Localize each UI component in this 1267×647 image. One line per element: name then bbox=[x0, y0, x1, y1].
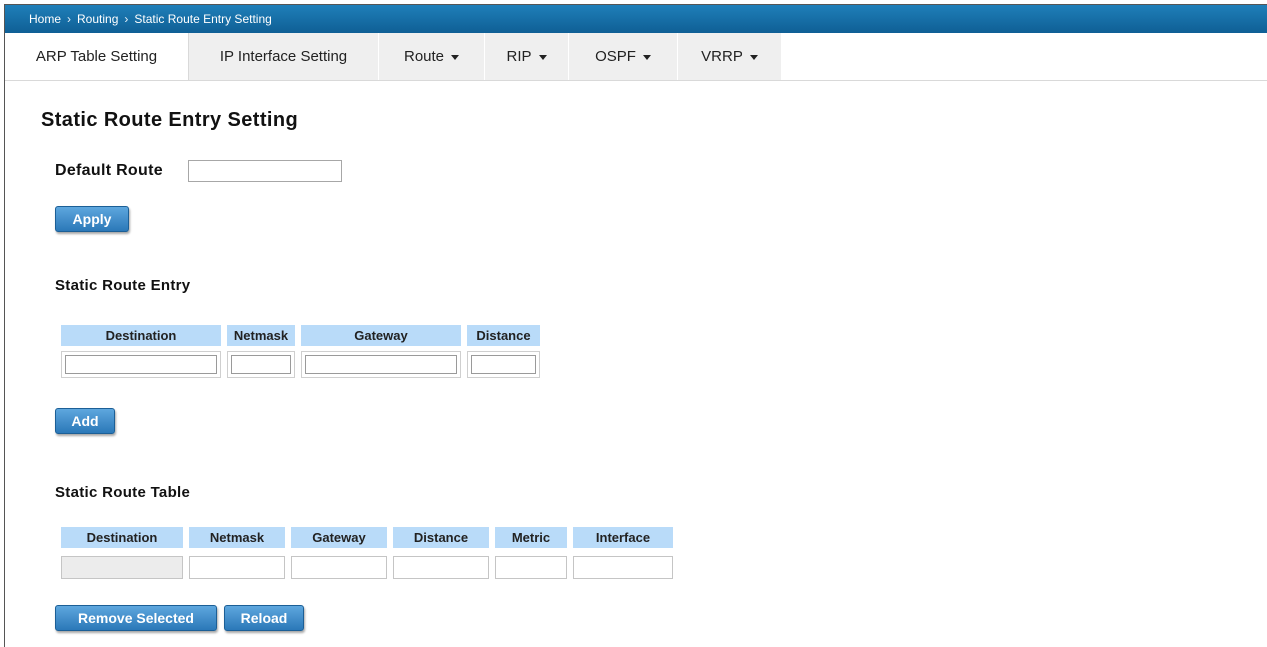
table-cell-gateway bbox=[291, 556, 387, 579]
table-header-interface: Interface bbox=[573, 527, 673, 548]
table-cell-interface bbox=[573, 556, 673, 579]
chevron-down-icon bbox=[642, 54, 651, 60]
apply-button[interactable]: Apply bbox=[55, 206, 129, 232]
breadcrumb-routing[interactable]: Routing bbox=[77, 12, 118, 26]
table-cell-metric bbox=[495, 556, 567, 579]
tab-label: ARP Table Setting bbox=[35, 48, 158, 65]
tab-rip[interactable]: RIP bbox=[485, 33, 569, 80]
entry-cell-gateway bbox=[301, 351, 461, 378]
tab-label: VRRP bbox=[701, 48, 743, 65]
breadcrumb-home[interactable]: Home bbox=[29, 12, 61, 26]
tab-bar: ARP Table Setting IP Interface Setting R… bbox=[5, 33, 1267, 81]
table-cell-netmask bbox=[189, 556, 285, 579]
tab-vrrp[interactable]: VRRP bbox=[678, 33, 782, 80]
table-cell-distance bbox=[393, 556, 489, 579]
table-header-gateway: Gateway bbox=[291, 527, 387, 548]
distance-input[interactable] bbox=[471, 355, 536, 374]
tab-label: RIP bbox=[506, 48, 532, 65]
breadcrumb: Home › Routing › Static Route Entry Setting bbox=[5, 5, 1267, 33]
table-header-destination: Destination bbox=[61, 527, 183, 548]
entry-header-gateway: Gateway bbox=[301, 325, 461, 346]
chevron-down-icon bbox=[451, 54, 460, 60]
static-route-entry-heading: Static Route Entry bbox=[55, 277, 191, 294]
tab-ip-interface-setting[interactable]: IP Interface Setting bbox=[189, 33, 379, 80]
table-cell-destination bbox=[61, 556, 183, 579]
default-route-label: Default Route bbox=[55, 162, 163, 179]
breadcrumb-separator-icon: › bbox=[124, 12, 129, 26]
destination-input[interactable] bbox=[65, 355, 217, 374]
tab-arp-table-setting[interactable]: ARP Table Setting bbox=[5, 33, 189, 80]
entry-cell-netmask bbox=[227, 351, 295, 378]
tab-ospf[interactable]: OSPF bbox=[569, 33, 678, 80]
remove-selected-button[interactable]: Remove Selected bbox=[55, 605, 217, 631]
tab-label: Route bbox=[403, 48, 445, 65]
breadcrumb-current: Static Route Entry Setting bbox=[134, 12, 272, 26]
table-header-metric: Metric bbox=[495, 527, 567, 548]
entry-cell-destination bbox=[61, 351, 221, 378]
tab-label: IP Interface Setting bbox=[219, 48, 348, 65]
breadcrumb-separator-icon: › bbox=[67, 12, 72, 26]
page-title: Static Route Entry Setting bbox=[41, 109, 299, 131]
entry-header-netmask: Netmask bbox=[227, 325, 295, 346]
reload-button[interactable]: Reload bbox=[224, 605, 304, 631]
chevron-down-icon bbox=[749, 54, 758, 60]
app-frame: Home › Routing › Static Route Entry Setting … bbox=[4, 4, 1267, 647]
entry-cell-distance bbox=[467, 351, 540, 378]
tab-route[interactable]: Route bbox=[379, 33, 485, 80]
gateway-input[interactable] bbox=[305, 355, 457, 374]
entry-header-destination: Destination bbox=[61, 325, 221, 346]
entry-header-distance: Distance bbox=[467, 325, 540, 346]
add-button[interactable]: Add bbox=[55, 408, 115, 434]
table-header-distance: Distance bbox=[393, 527, 489, 548]
tab-label: OSPF bbox=[595, 48, 636, 65]
table-header-netmask: Netmask bbox=[189, 527, 285, 548]
static-route-table-heading: Static Route Table bbox=[55, 484, 191, 501]
netmask-input[interactable] bbox=[231, 355, 291, 374]
default-route-input[interactable] bbox=[188, 160, 342, 182]
chevron-down-icon bbox=[538, 54, 547, 60]
